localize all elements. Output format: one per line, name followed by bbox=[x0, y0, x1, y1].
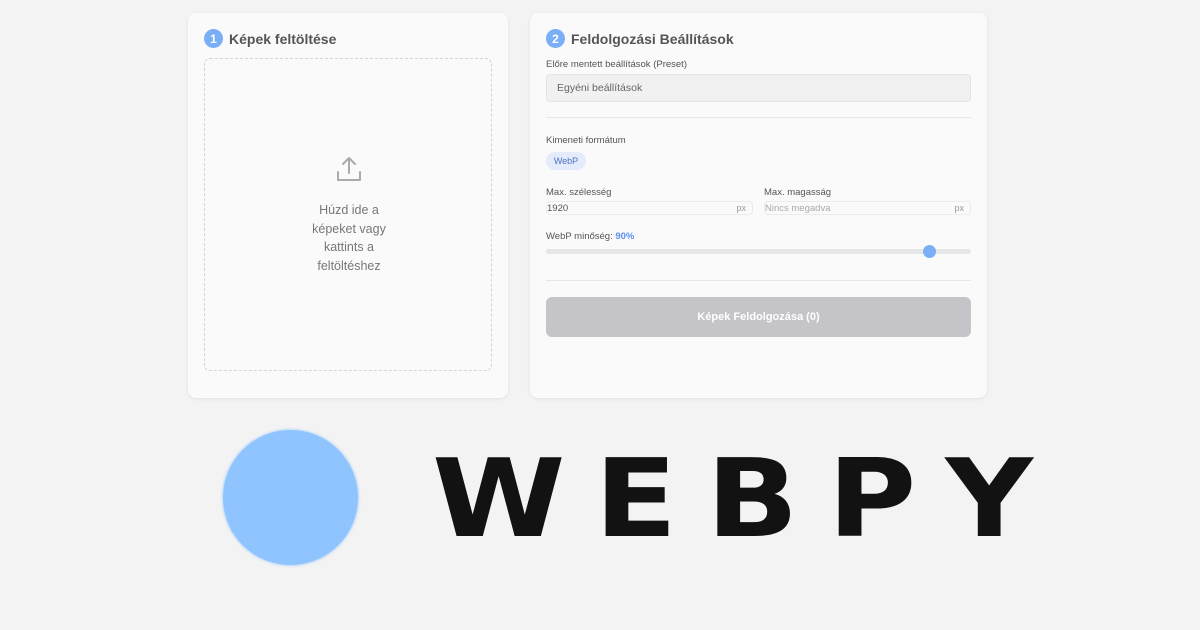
max-width-value: 1920 bbox=[547, 203, 569, 214]
max-width-input[interactable]: 1920 px bbox=[546, 201, 753, 215]
divider bbox=[546, 117, 971, 118]
preset-select[interactable]: Egyéni beállítások bbox=[546, 74, 971, 102]
process-images-button[interactable]: Képek Feldolgozása (0) bbox=[546, 297, 971, 337]
max-width-unit: px bbox=[736, 203, 746, 213]
dropzone-text: Húzd ide a képeket vagy kattints a feltö… bbox=[312, 203, 386, 273]
settings-card-title-text: Feldolgozási Beállítások bbox=[571, 30, 734, 47]
upload-card: 1 Képek feltöltése Húzd ide a képeket va… bbox=[188, 13, 508, 398]
format-option-webp[interactable]: WebP bbox=[546, 152, 586, 170]
output-format-label: Kimeneti formátum bbox=[546, 135, 626, 146]
quality-label: WebP minőség: 90% bbox=[546, 231, 634, 242]
max-height-placeholder: Nincs megadva bbox=[765, 203, 831, 214]
step-number-badge: 1 bbox=[204, 29, 223, 48]
max-height-unit: px bbox=[954, 203, 964, 213]
max-width-label: Max. szélesség bbox=[546, 187, 612, 198]
quality-label-text: WebP minőség: bbox=[546, 231, 613, 242]
logo-wordmark: WEBPY bbox=[432, 437, 1063, 562]
step-number-badge: 2 bbox=[546, 29, 565, 48]
max-height-label: Max. magasság bbox=[764, 187, 832, 198]
max-height-input[interactable]: Nincs megadva px bbox=[764, 201, 971, 215]
quality-slider-thumb[interactable] bbox=[922, 245, 936, 258]
logo-circle bbox=[223, 430, 358, 565]
upload-icon bbox=[337, 157, 361, 181]
quality-value: 90% bbox=[615, 231, 635, 242]
settings-card-title: 2 Feldolgozási Beállítások bbox=[546, 29, 734, 48]
divider bbox=[546, 280, 971, 281]
settings-card: 2 Feldolgozási Beállítások Előre mentett… bbox=[530, 13, 987, 398]
image-dropzone[interactable]: Húzd ide a képeket vagy kattints a feltö… bbox=[204, 58, 492, 371]
upload-card-title: 1 Képek feltöltése bbox=[204, 29, 336, 48]
quality-slider[interactable] bbox=[546, 245, 971, 258]
quality-slider-fill bbox=[546, 249, 929, 254]
preset-label: Előre mentett beállítások (Preset) bbox=[546, 59, 687, 70]
upload-card-title-text: Képek feltöltése bbox=[229, 30, 337, 47]
